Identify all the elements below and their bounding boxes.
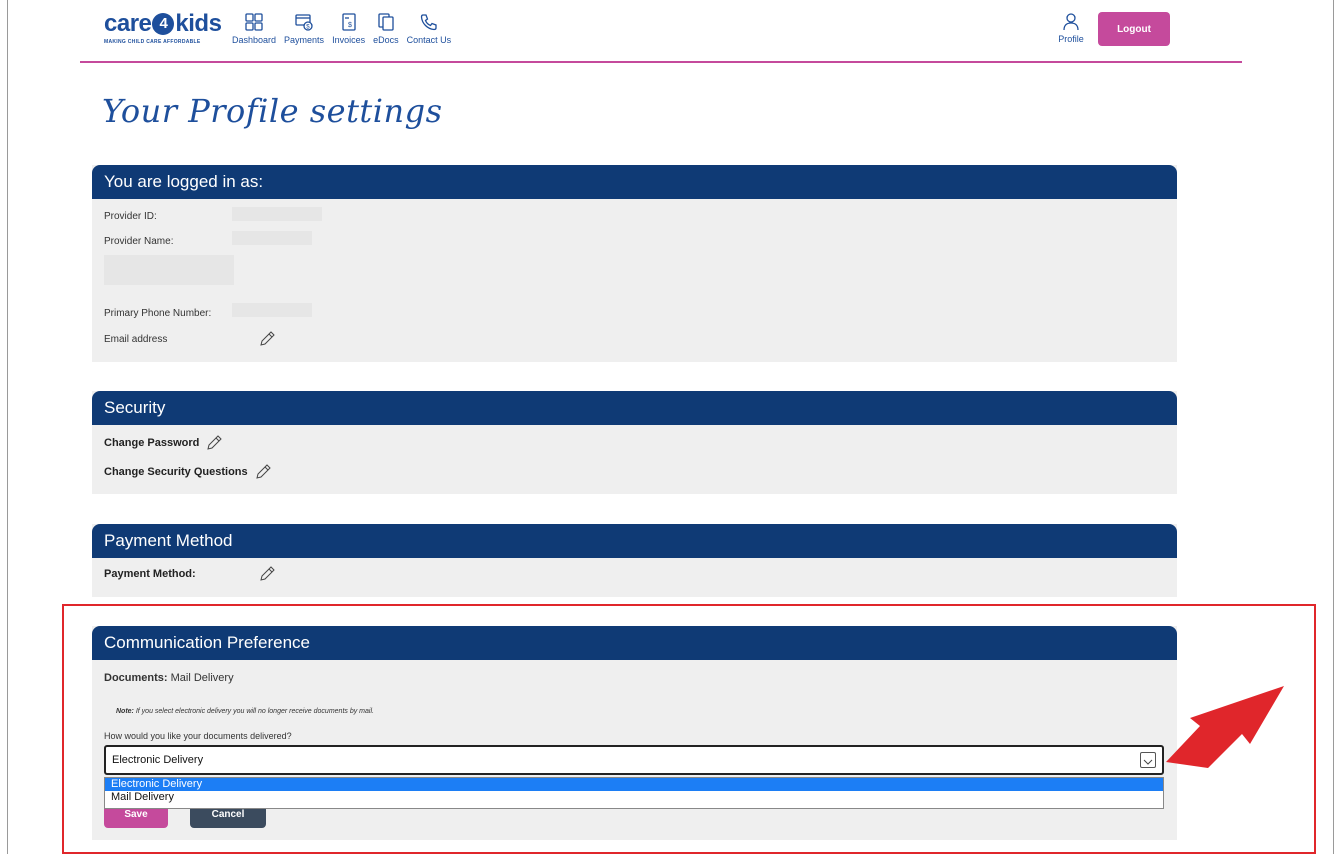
logged-in-panel: You are logged in as: Provider ID: Provi… — [92, 165, 1177, 362]
user-icon — [1063, 13, 1079, 31]
redacted-value — [104, 255, 234, 285]
nav-invoices[interactable]: $ Invoices — [332, 12, 365, 45]
edit-questions-pencil-icon[interactable] — [254, 463, 272, 481]
logo-text-care: care — [104, 10, 152, 37]
nav-dashboard[interactable]: Dashboard — [232, 12, 276, 45]
provider-name-label: Provider Name: — [104, 236, 174, 247]
primary-phone-label: Primary Phone Number: — [104, 308, 212, 319]
payment-method-panel: Payment Method Payment Method: — [92, 524, 1177, 597]
invoices-icon: $ — [341, 13, 356, 31]
panel-title: You are logged in as: — [92, 165, 1177, 199]
page-title: Your Profile settings — [102, 92, 443, 130]
change-questions-label: Change Security Questions — [104, 466, 248, 478]
redacted-value — [232, 207, 322, 221]
window-frame-right — [1333, 0, 1334, 854]
redacted-value — [232, 231, 312, 245]
header-divider — [80, 61, 1242, 63]
security-panel: Security Change Password Change Security… — [92, 391, 1177, 494]
payment-method-label: Payment Method: — [104, 568, 196, 580]
nav-payments[interactable]: $ Payments — [284, 12, 324, 45]
dashboard-icon — [245, 13, 263, 31]
nav-contact-us[interactable]: Contact Us — [406, 12, 452, 45]
profile-link[interactable]: Profile — [1056, 12, 1086, 44]
svg-text:$: $ — [348, 22, 352, 29]
annotation-highlight-box — [62, 604, 1316, 854]
change-password-row[interactable]: Change Password — [104, 434, 223, 452]
window-frame-left — [7, 0, 8, 854]
edit-password-pencil-icon[interactable] — [205, 434, 223, 452]
nav-label: Dashboard — [232, 35, 277, 45]
change-security-questions-row[interactable]: Change Security Questions — [104, 463, 272, 481]
logo-text-four: 4 — [152, 13, 175, 35]
logo-text-kids: kids — [175, 10, 222, 37]
top-header: care 4 kids MAKING CHILD CARE AFFORDABLE D… — [0, 0, 1343, 63]
brand-logo[interactable]: care 4 kids MAKING CHILD CARE AFFORDABLE — [104, 11, 224, 51]
edocs-icon — [378, 13, 394, 31]
logout-button[interactable]: Logout — [1098, 12, 1170, 46]
edit-email-pencil-icon[interactable] — [258, 330, 276, 348]
email-label: Email address — [104, 334, 168, 345]
main-nav: Dashboard $ Payments $ Invoices eDocs Co… — [232, 12, 459, 45]
phone-icon — [420, 14, 437, 31]
nav-label: Payments — [284, 35, 325, 45]
redacted-value — [232, 303, 312, 317]
nav-edocs[interactable]: eDocs — [373, 12, 399, 45]
payment-method-row: Payment Method: — [104, 568, 196, 580]
profile-label: Profile — [1058, 34, 1084, 44]
provider-id-label: Provider ID: — [104, 211, 157, 222]
edit-payment-pencil-icon[interactable] — [258, 565, 276, 583]
change-password-label: Change Password — [104, 437, 200, 449]
logo-tagline: MAKING CHILD CARE AFFORDABLE — [104, 39, 201, 45]
nav-label: Invoices — [332, 35, 366, 45]
panel-title: Security — [92, 391, 1177, 425]
annotation-arrow-icon — [1166, 686, 1284, 768]
nav-label: Contact Us — [406, 35, 452, 45]
payments-icon: $ — [295, 14, 313, 31]
nav-label: eDocs — [373, 35, 399, 45]
panel-title: Payment Method — [92, 524, 1177, 558]
